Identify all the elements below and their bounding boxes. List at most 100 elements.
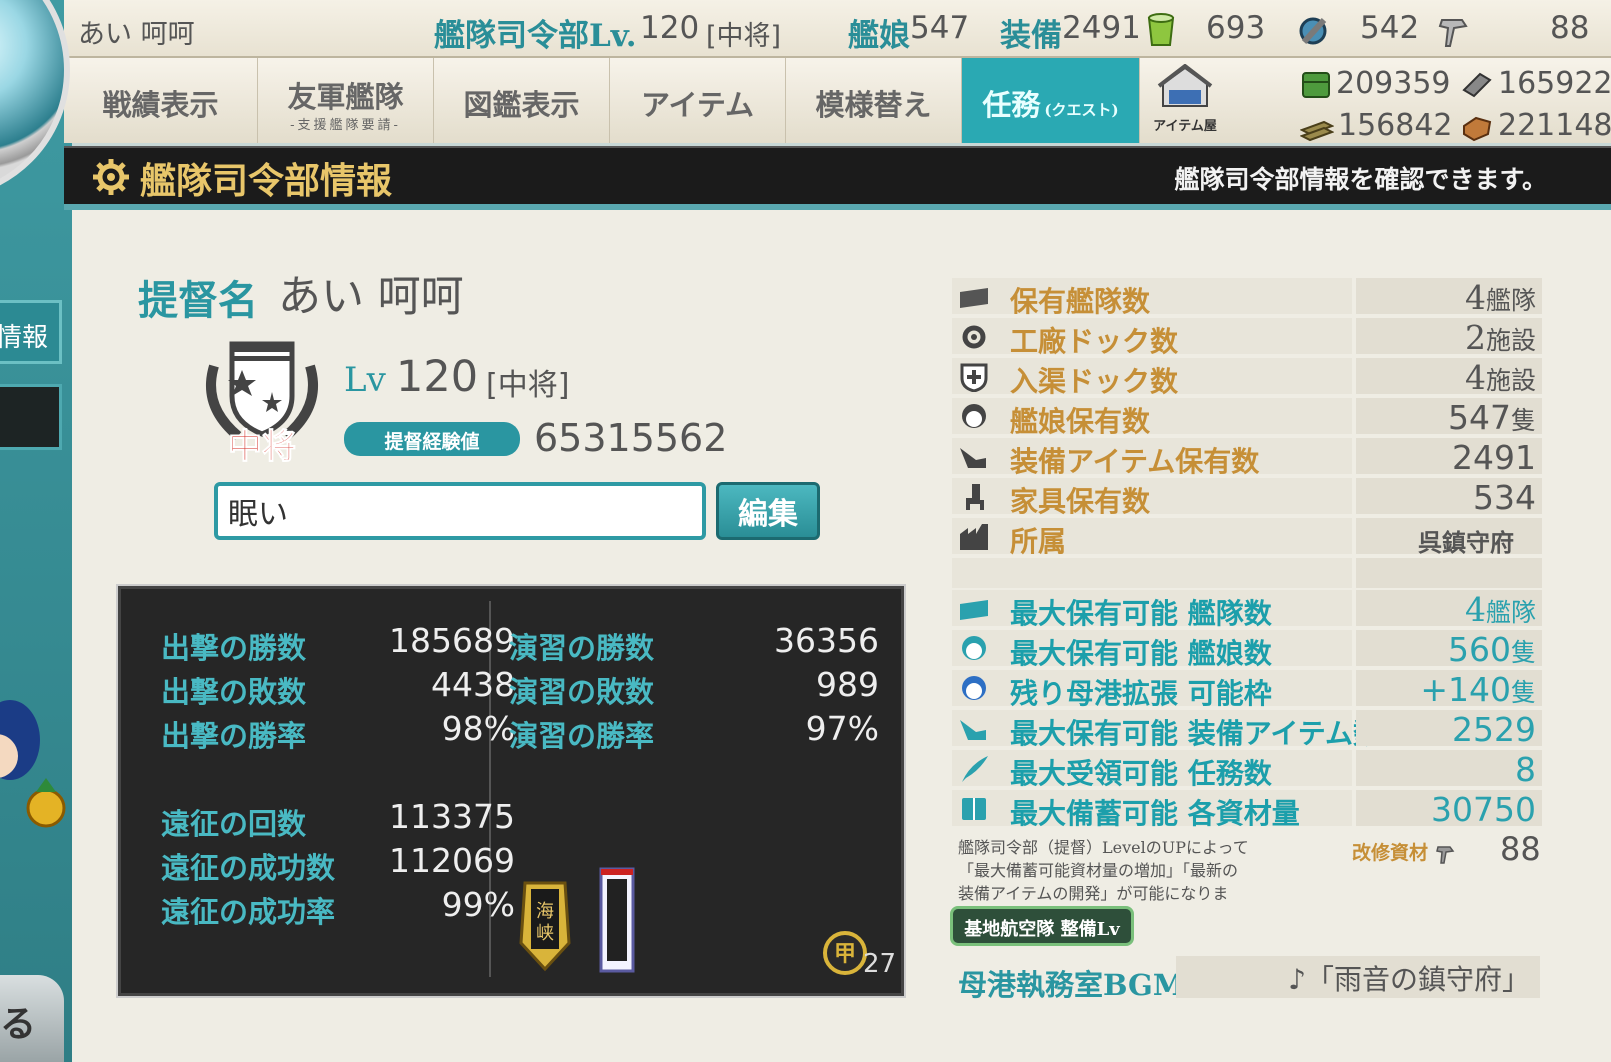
max-ships-label: 最大保有可能 艦娘数 xyxy=(1010,637,1272,670)
affiliation-label: 所属 xyxy=(1010,525,1067,558)
max-fleets-label: 最大保有可能 艦隊数 xyxy=(1010,597,1272,630)
improvement-material-text: 改修資材 xyxy=(1352,842,1429,864)
menu-battle-record-label: 戦績表示 xyxy=(102,88,219,122)
ammo-icon xyxy=(1462,72,1492,97)
expedition-success-row: 遠征の成功数 112069 xyxy=(161,841,515,887)
page-title: 艦隊司令部情報 xyxy=(140,160,393,202)
menu-library[interactable]: 図鑑表示 xyxy=(434,58,610,143)
info-row-ships: 艦娘保有数 547隻 xyxy=(952,398,1542,438)
repair-bucket-value: 693 xyxy=(1206,10,1266,46)
affiliation-value: 呉鎮守府 xyxy=(1418,528,1514,557)
bauxite-resource: 221148 xyxy=(1460,108,1611,143)
level-note-line: 「最大備蓄可能資材量の増加」「最新の xyxy=(958,861,1239,880)
exercise-wins-label: 演習の勝数 xyxy=(509,631,655,665)
fleets-unit: 艦隊 xyxy=(1485,286,1536,315)
scroll-medal-icon xyxy=(599,867,635,973)
level-value: 120 xyxy=(396,352,479,402)
expedition-rate-label: 遠征の成功率 xyxy=(161,895,336,929)
port-expansion-label: 残り母港拡張 可能枠 xyxy=(1010,677,1272,710)
max-fleets-unit: 艦隊 xyxy=(1485,598,1536,627)
fleet-icon xyxy=(960,288,988,308)
development-material-value: 542 xyxy=(1360,10,1420,46)
bgm-selector[interactable]: ♪「雨音の鎮守府」 xyxy=(1176,956,1540,998)
menu-quest-tag: (クエスト) xyxy=(1044,101,1119,119)
sortie-rate-label: 出撃の勝率 xyxy=(161,719,307,753)
menu-items[interactable]: アイテム xyxy=(610,58,786,143)
menu-furniture[interactable]: 模様替え xyxy=(786,58,962,143)
menu-item-shop-label: アイテム屋 xyxy=(1153,119,1217,134)
fuel-resource: 209359 xyxy=(1300,66,1451,101)
shield-plus-icon xyxy=(960,363,988,392)
port-expansion-unit: 隻 xyxy=(1510,678,1536,707)
info-row-docks: 工廠ドック数 2施設 xyxy=(952,318,1542,358)
bgm-value: ♪「雨音の鎮守府」 xyxy=(1288,963,1530,996)
fleets-label: 保有艦隊数 xyxy=(1010,285,1151,318)
sortie-wins-label: 出撃の勝数 xyxy=(161,631,307,665)
steel-resource: 156842 xyxy=(1300,108,1453,143)
equip-count-label: 装備 xyxy=(1000,18,1062,54)
info-row-max-ships: 最大保有可能 艦娘数 560隻 xyxy=(952,630,1542,670)
air-base-maintenance-button[interactable]: 基地航空隊 整備Lv xyxy=(950,906,1134,946)
info-row-base: 所属 呉鎮守府 xyxy=(952,518,1542,558)
edit-comment-button[interactable]: 編集 xyxy=(716,482,820,540)
improvement-material-value: 88 xyxy=(1500,830,1541,868)
admiral-comment-input[interactable] xyxy=(214,482,706,540)
max-ships-value: 560隻 xyxy=(1448,630,1536,669)
svg-text:峡: 峡 xyxy=(536,923,554,944)
info-row-repair-docks: 入渠ドック数 4施設 xyxy=(952,358,1542,398)
improvement-screw-icon xyxy=(1438,19,1468,47)
back-button-label: る xyxy=(0,1004,37,1045)
sortie-losses-row: 出撃の敗数 4438 xyxy=(161,665,515,711)
top-status-bar: あい 呵呵 艦隊司令部Lv. 120 [中将] 艦娘 547 装備 2491 6… xyxy=(64,0,1611,58)
ships-held-value: 547隻 xyxy=(1448,398,1536,437)
exercise-losses-row: 演習の敗数 989 xyxy=(509,665,879,711)
steel-value: 156842 xyxy=(1338,108,1453,143)
equipment-held-value: 2491 xyxy=(1452,438,1536,477)
admiral-exp-badge: 提督経験値 xyxy=(344,422,520,456)
furniture-held-label: 家具保有数 xyxy=(1010,485,1151,518)
value-box: 2施設 xyxy=(1356,318,1542,357)
fuel-icon xyxy=(1302,71,1330,98)
ships-held-unit: 隻 xyxy=(1510,406,1536,435)
info-row-max-fleets: 最大保有可能 艦隊数 4艦隊 xyxy=(952,590,1542,630)
info-row-max-equipment: 最大保有可能 装備アイテム数 2529 xyxy=(952,710,1542,750)
exercise-losses-value: 989 xyxy=(816,665,879,704)
book-icon xyxy=(962,798,986,820)
ships-held-label: 艦娘保有数 xyxy=(1010,405,1151,438)
rank-badge-text: 中将 xyxy=(228,427,296,466)
info-row-equipment: 装備アイテム保有数 2491 xyxy=(952,438,1542,478)
sortie-wins-value: 185689 xyxy=(389,621,515,660)
furniture-held-value: 534 xyxy=(1473,478,1536,517)
level-rank: [中将] xyxy=(486,368,570,403)
sortie-rate-value: 98% xyxy=(441,709,515,748)
rank-emblem-icon: 中将 xyxy=(206,341,318,466)
max-equipment-label: 最大保有可能 装備アイテム数 xyxy=(1010,717,1381,750)
main-menu: 戦績表示 友軍艦隊 -支援艦隊要請- 図鑑表示 アイテム 模様替え 任務 (クエスト… xyxy=(64,58,1611,143)
sortie-wins-row: 出撃の勝数 185689 xyxy=(161,621,515,667)
shop-house-icon xyxy=(1157,63,1213,107)
menu-quest-label: 任務 xyxy=(982,88,1041,122)
exercise-losses-label: 演習の敗数 xyxy=(509,675,655,709)
improvement-screw-icon xyxy=(1435,846,1455,864)
value-box: 534 xyxy=(1356,478,1542,517)
exercise-rate-row: 演習の勝率 97% xyxy=(509,709,879,755)
max-resources-label: 最大備蓄可能 各資材量 xyxy=(1010,797,1300,830)
menu-battle-record[interactable]: 戦績表示 xyxy=(64,58,258,143)
value-box: 2529 xyxy=(1356,710,1542,749)
fuel-value: 209359 xyxy=(1336,66,1451,101)
rail-tab-empty[interactable] xyxy=(0,384,62,450)
rail-tab-info[interactable]: 情報 xyxy=(0,300,62,364)
menu-friend-fleet[interactable]: 友軍艦隊 -支援艦隊要請- xyxy=(258,58,434,143)
expedition-count-row: 遠征の回数 113375 xyxy=(161,797,515,843)
bauxite-value: 221148 xyxy=(1498,108,1611,143)
value-box: 8 xyxy=(1356,750,1542,789)
ammo-value: 165922 xyxy=(1498,66,1611,101)
value-box: 2491 xyxy=(1356,438,1542,477)
back-button[interactable]: る xyxy=(0,975,64,1062)
menu-quest[interactable]: 任務 (クエスト) xyxy=(962,58,1140,143)
info-row-furniture: 家具保有数 534 xyxy=(952,478,1542,518)
cannon-icon xyxy=(960,448,986,468)
max-fleets-value: 4艦隊 xyxy=(1465,590,1536,629)
expedition-success-value: 112069 xyxy=(389,841,515,880)
menu-item-shop[interactable]: アイテム屋 xyxy=(1140,58,1230,143)
